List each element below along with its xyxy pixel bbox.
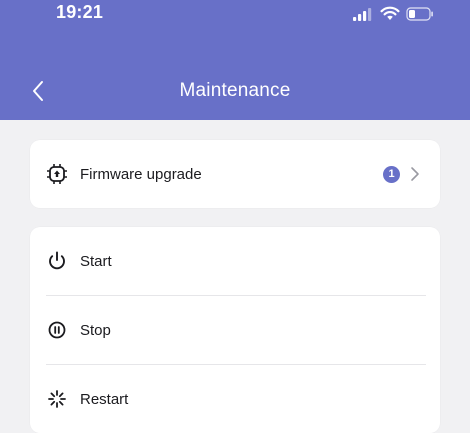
actions-card: Start Stop Restart bbox=[30, 227, 440, 433]
stop-icon bbox=[46, 319, 68, 341]
wifi-icon bbox=[380, 6, 400, 20]
firmware-card: Firmware upgrade 1 bbox=[30, 140, 440, 208]
status-time: 19:21 bbox=[56, 2, 104, 22]
page-title: Maintenance bbox=[179, 80, 291, 101]
status-icons bbox=[352, 6, 434, 21]
firmware-upgrade-label: Firmware upgrade bbox=[80, 165, 202, 183]
battery-icon bbox=[406, 6, 433, 21]
app-header: 19:21 Maintenance bbox=[0, 0, 470, 120]
start-label: Start bbox=[80, 252, 112, 270]
restart-icon bbox=[46, 388, 68, 410]
firmware-upgrade-item[interactable]: Firmware upgrade 1 bbox=[30, 140, 440, 208]
stop-item[interactable]: Stop bbox=[30, 296, 440, 364]
restart-item[interactable]: Restart bbox=[30, 365, 440, 433]
restart-label: Restart bbox=[80, 390, 129, 408]
main-content: Firmware upgrade 1 Start Stop Restart bbox=[0, 120, 470, 433]
stop-label: Stop bbox=[80, 321, 111, 339]
start-item[interactable]: Start bbox=[30, 227, 440, 295]
signal-icon bbox=[353, 7, 372, 21]
chevron-right-icon bbox=[410, 166, 420, 182]
update-count-badge: 1 bbox=[383, 165, 400, 183]
power-icon bbox=[46, 250, 68, 272]
chip-icon bbox=[46, 163, 68, 185]
